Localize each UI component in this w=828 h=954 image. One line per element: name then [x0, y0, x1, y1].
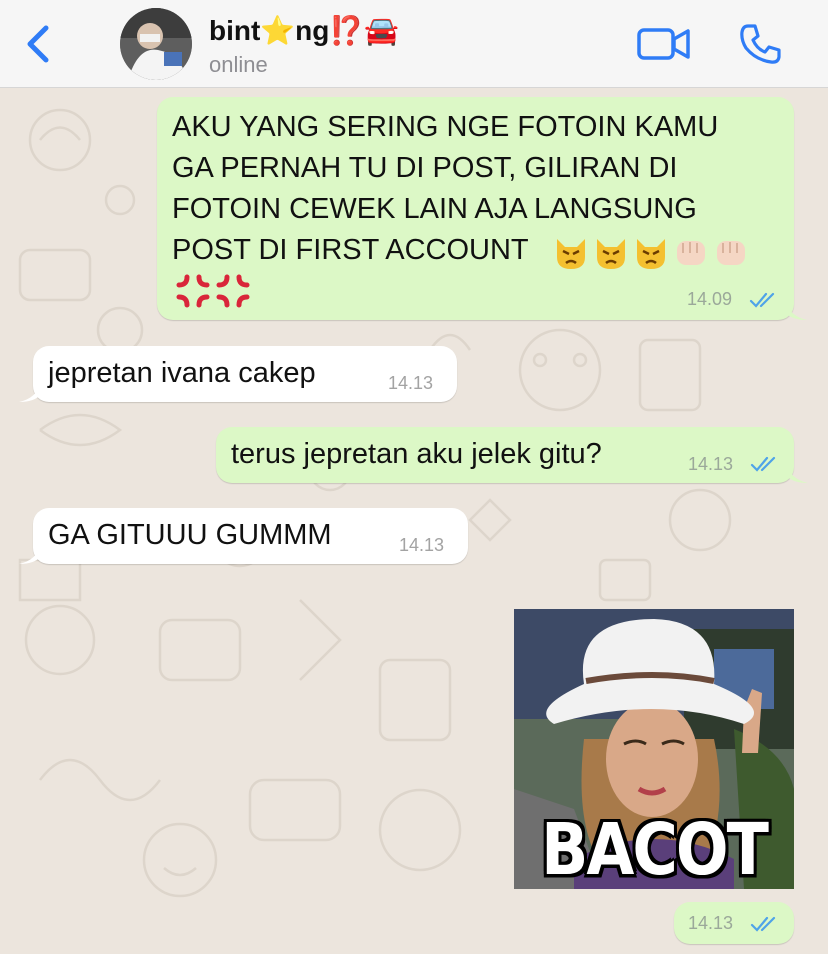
image-message[interactable]: BACOT — [514, 609, 794, 889]
read-ticks-icon — [749, 292, 775, 308]
phone-icon[interactable] — [738, 22, 782, 66]
pouting-cat-icon — [557, 239, 585, 269]
fist-icon — [677, 241, 705, 265]
contact-status: online — [209, 52, 268, 77]
bubble-tail — [785, 300, 807, 320]
avatar[interactable] — [120, 8, 192, 80]
read-ticks-icon — [750, 916, 776, 932]
pouting-cat-icon — [637, 239, 665, 269]
chevron-left-icon[interactable] — [22, 22, 56, 66]
message-time: 14.09 — [687, 289, 733, 309]
message-text: terus jepretan aku jelek gitu? — [231, 438, 602, 470]
message-bubble-incoming[interactable]: jepretan ivana cakep 14.13 — [19, 346, 457, 402]
message-time: 14.13 — [388, 373, 434, 393]
message-time: 14.13 — [688, 454, 734, 474]
image-caption: BACOT — [541, 807, 769, 889]
anger-symbol-icon — [216, 274, 250, 308]
contact-name[interactable]: bint⭐ng⁉️🚘 — [209, 14, 399, 47]
chat-header: bint⭐ng⁉️🚘 online — [0, 0, 828, 88]
message-text: GA GITUUU GUMMM — [48, 519, 332, 551]
anger-symbol-icon — [176, 274, 210, 308]
bubble-tail — [786, 463, 808, 483]
message-bubble-incoming[interactable]: GA GITUUU GUMMM 14.13 — [19, 508, 468, 564]
bubble-tail — [19, 544, 41, 564]
bubble-tail — [19, 382, 41, 402]
message-bubble-outgoing[interactable]: terus jepretan aku jelek gitu? 14.13 — [216, 427, 808, 483]
message-text: jepretan ivana cakep — [48, 357, 316, 389]
message-bubble-outgoing[interactable]: AKU YANG SERING NGE FOTOIN KAMU GA PERNA… — [157, 97, 807, 320]
emoji-row — [553, 235, 793, 275]
read-ticks-icon — [750, 456, 776, 472]
pouting-cat-icon — [597, 239, 625, 269]
fist-icon — [717, 241, 745, 265]
emoji-row-2 — [175, 273, 295, 313]
image-time-badge: 14.13 — [674, 902, 794, 944]
message-time: 14.13 — [399, 535, 445, 555]
message-time: 14.13 — [688, 913, 734, 933]
video-camera-icon[interactable] — [636, 26, 692, 62]
